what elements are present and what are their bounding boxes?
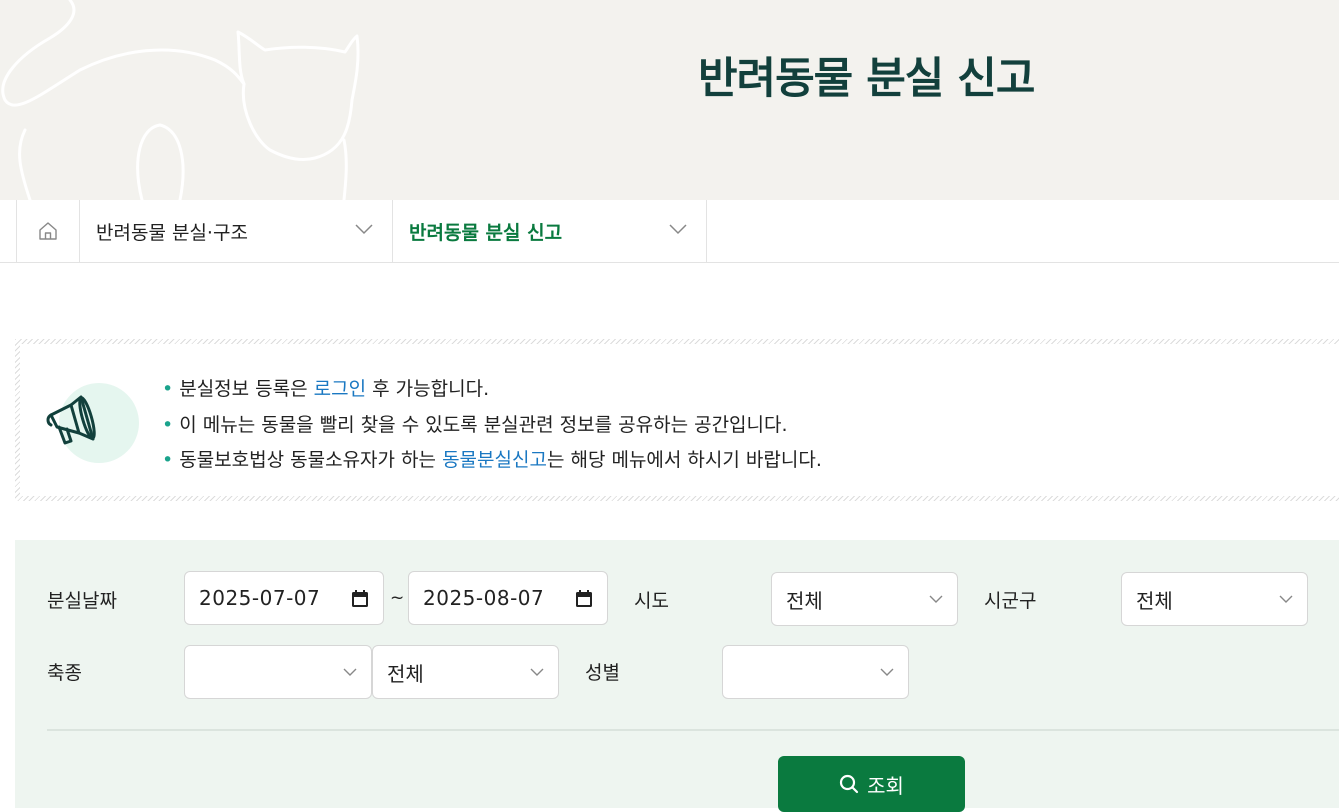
search-form: 분실날짜 2025-07-07 ~ 2025-08-07 시도 전체 시군구 전… — [15, 540, 1339, 812]
calendar-icon[interactable] — [575, 590, 593, 608]
search-icon — [839, 774, 859, 794]
notice-line: • 동물보호법상 동물소유자가 하는 동물분실신고는 해당 메뉴에서 하시기 바랍… — [162, 449, 822, 471]
megaphone-icon — [46, 395, 96, 445]
sido-label: 시도 — [634, 590, 669, 612]
calendar-icon[interactable] — [351, 590, 369, 608]
chevron-down-icon — [929, 595, 943, 603]
chevron-down-icon — [530, 668, 544, 676]
search-divider — [47, 729, 1339, 731]
species-select[interactable] — [184, 645, 372, 699]
chevron-down-icon — [669, 224, 687, 235]
gender-select[interactable] — [722, 645, 909, 699]
cat-illustration-icon — [1, 0, 360, 200]
chevron-down-icon — [1279, 595, 1293, 603]
notice-line: • 분실정보 등록은 로그인 후 가능합니다. — [162, 378, 490, 400]
species-label: 축종 — [47, 662, 82, 684]
breadcrumb-item-lost-report[interactable]: 반려동물 분실 신고 — [393, 200, 707, 262]
notice-line: • 이 메뉴는 동물을 빨리 찾을 수 있도록 분실관련 정보를 공유하는 공간입… — [162, 413, 788, 436]
notice-list: • 분실정보 등록은 로그인 후 가능합니다. • 이 메뉴는 동물을 빨리 찾을 … — [162, 372, 822, 479]
breadcrumb-item-label: 반려동물 분실·구조 — [96, 221, 248, 244]
sigungu-label: 시군구 — [984, 590, 1037, 612]
page-hero: 반려동물 분실 신고 — [0, 0, 1339, 200]
breed-select[interactable]: 전체 — [372, 645, 559, 699]
search-button-label: 조회 — [867, 773, 904, 798]
chevron-down-icon — [343, 668, 357, 676]
date-to-input[interactable]: 2025-08-07 — [408, 571, 608, 625]
search-button[interactable]: 조회 — [778, 756, 965, 812]
sido-select[interactable]: 전체 — [771, 572, 958, 626]
sigungu-select[interactable]: 전체 — [1121, 572, 1308, 626]
notice-box: • 분실정보 등록은 로그인 후 가능합니다. • 이 메뉴는 동물을 빨리 찾을 … — [15, 339, 1339, 501]
page-title: 반려동물 분실 신고 — [698, 54, 1035, 104]
notice-content: • 분실정보 등록은 로그인 후 가능합니다. • 이 메뉴는 동물을 빨리 찾을 … — [20, 344, 1339, 496]
chevron-down-icon — [880, 668, 894, 676]
date-range-separator: ~ — [390, 588, 405, 608]
chevron-down-icon — [355, 224, 373, 235]
login-link[interactable]: 로그인 — [314, 378, 366, 400]
date-label: 분실날짜 — [47, 590, 117, 612]
breadcrumb: 반려동물 분실·구조 반려동물 분실 신고 — [0, 200, 1339, 263]
lost-report-link[interactable]: 동물분실신고 — [442, 449, 547, 471]
home-icon — [39, 222, 57, 240]
breadcrumb-item-label: 반려동물 분실 신고 — [409, 221, 563, 244]
breadcrumb-home[interactable] — [16, 200, 80, 262]
breadcrumb-item-lost-rescue[interactable]: 반려동물 분실·구조 — [80, 200, 393, 262]
gender-label: 성별 — [585, 662, 620, 684]
date-from-input[interactable]: 2025-07-07 — [184, 571, 384, 625]
